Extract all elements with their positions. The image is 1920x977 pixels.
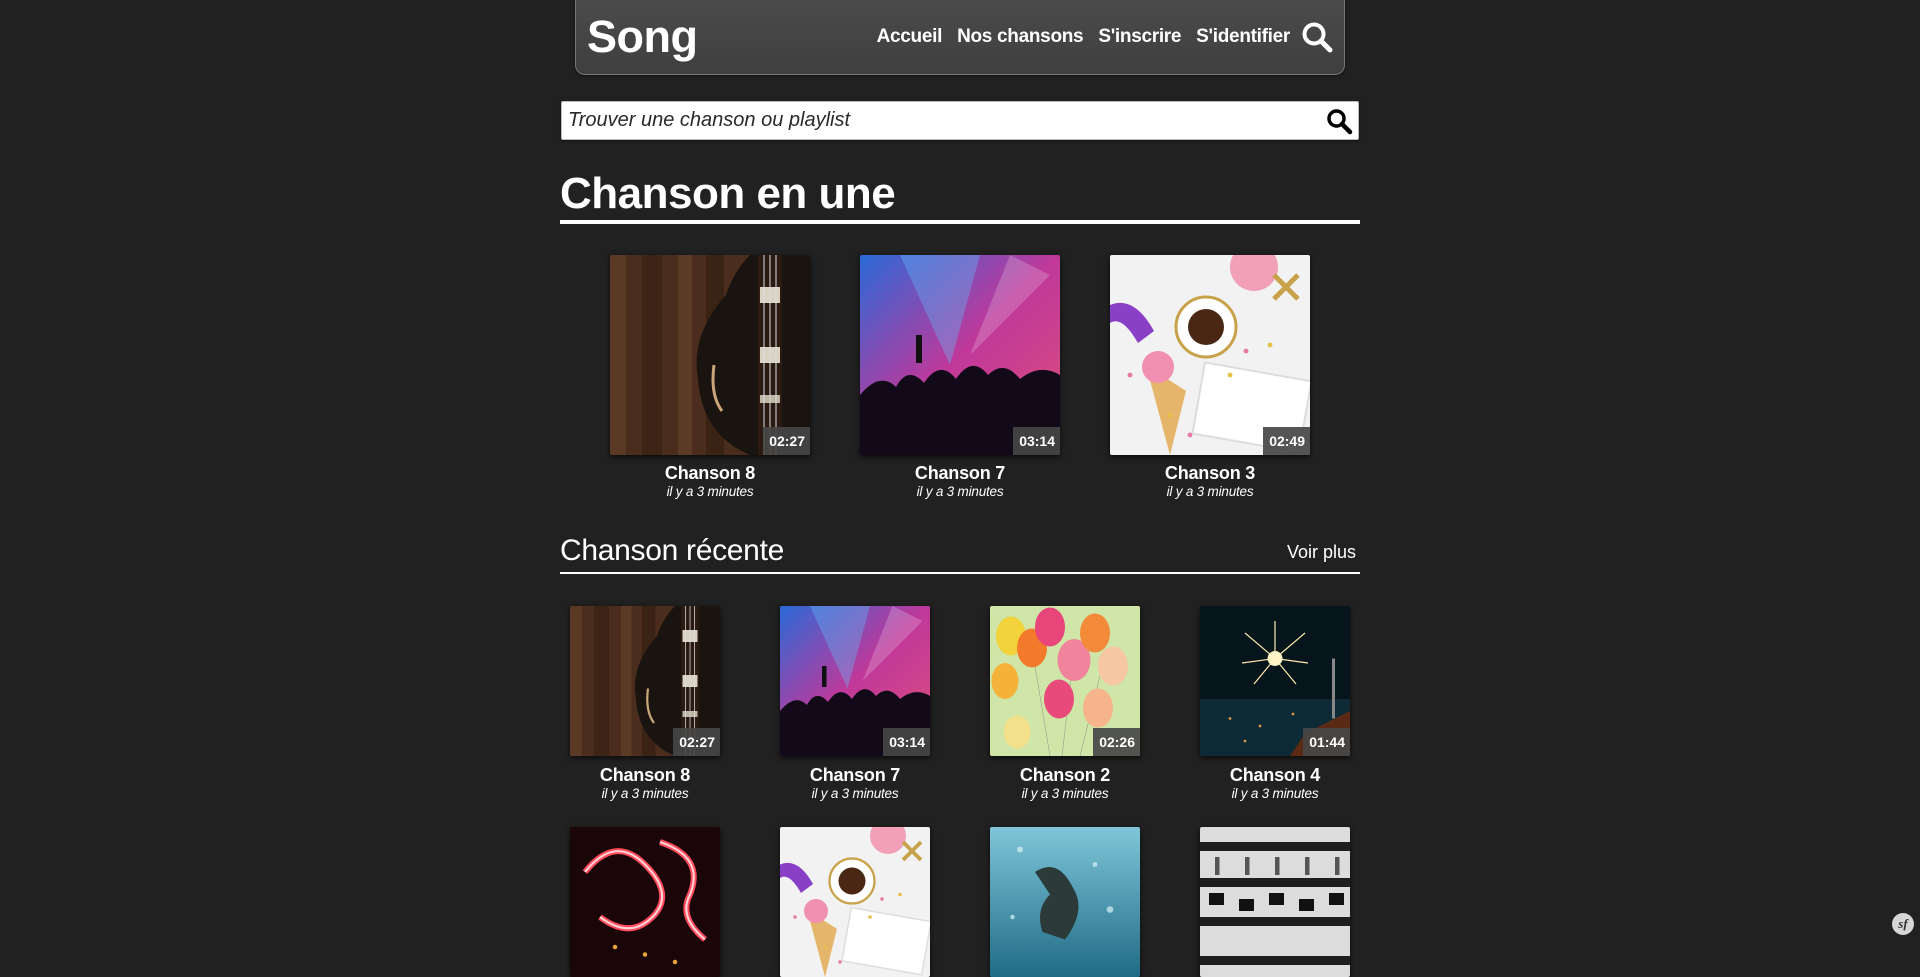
song-thumbnail[interactable]: 02:49	[1110, 255, 1310, 455]
mixer-artwork	[1200, 827, 1350, 977]
featured-song-card[interactable]: 02:27 Chanson 8 il y a 3 minutes	[610, 255, 810, 500]
recent-song-card[interactable]	[1200, 827, 1350, 977]
featured-song-card[interactable]: 03:14 Chanson 7 il y a 3 minutes	[860, 255, 1060, 500]
song-date: il y a 3 minutes	[1166, 484, 1254, 499]
song-date: il y a 3 minutes	[916, 484, 1004, 499]
featured-divider	[560, 220, 1360, 224]
search-input[interactable]	[568, 102, 1308, 139]
song-thumbnail[interactable]: 02:26	[990, 606, 1140, 756]
see-more-link[interactable]: Voir plus	[1287, 541, 1356, 563]
nav-home-link[interactable]: Accueil	[877, 25, 943, 49]
main-nav: Accueil Nos chansons S'inscrire S'identi…	[877, 25, 1291, 49]
nav-login-link[interactable]: S'identifier	[1196, 25, 1290, 49]
song-thumbnail[interactable]: 01:44	[1200, 606, 1350, 756]
song-title[interactable]: Chanson 8	[570, 765, 720, 785]
song-thumbnail[interactable]	[780, 827, 930, 977]
symfony-toolbar-icon[interactable]: sf	[1892, 913, 1914, 935]
song-title[interactable]: Chanson 7	[860, 463, 1060, 483]
song-thumbnail[interactable]: 02:27	[610, 255, 810, 455]
party-artwork	[1110, 255, 1310, 455]
recent-song-card[interactable]	[990, 827, 1140, 977]
search-submit-icon[interactable]	[1325, 107, 1353, 135]
song-thumbnail[interactable]	[990, 827, 1140, 977]
brand-logo[interactable]: Song	[587, 12, 698, 62]
top-navbar: Song Accueil Nos chansons S'inscrire S'i…	[575, 0, 1345, 75]
recent-section-title: Chanson récente	[560, 534, 784, 567]
song-title[interactable]: Chanson 3	[1110, 463, 1310, 483]
duration-badge: 03:14	[1013, 427, 1060, 455]
song-date: il y a 3 minutes	[601, 786, 689, 801]
song-thumbnail[interactable]	[570, 827, 720, 977]
song-date: il y a 3 minutes	[666, 484, 754, 499]
neon-artwork	[570, 827, 720, 977]
song-thumbnail[interactable]	[1200, 827, 1350, 977]
song-thumbnail[interactable]: 03:14	[860, 255, 1060, 455]
song-date: il y a 3 minutes	[1021, 786, 1109, 801]
song-title[interactable]: Chanson 2	[990, 765, 1140, 785]
featured-section-title: Chanson en une	[560, 169, 896, 218]
guitar-artwork	[610, 255, 810, 455]
duration-badge: 01:44	[1303, 728, 1350, 756]
underwater-artwork	[990, 827, 1140, 977]
song-title[interactable]: Chanson 8	[610, 463, 810, 483]
search-icon[interactable]	[1300, 20, 1334, 54]
duration-badge: 02:26	[1093, 728, 1140, 756]
song-thumbnail[interactable]: 02:27	[570, 606, 720, 756]
search-bar	[561, 101, 1359, 140]
duration-badge: 02:49	[1263, 427, 1310, 455]
song-thumbnail[interactable]: 03:14	[780, 606, 930, 756]
nav-songs-link[interactable]: Nos chansons	[957, 25, 1084, 49]
song-title[interactable]: Chanson 4	[1200, 765, 1350, 785]
duration-badge: 02:27	[763, 427, 810, 455]
duration-badge: 03:14	[883, 728, 930, 756]
nav-register-link[interactable]: S'inscrire	[1098, 25, 1181, 49]
recent-song-card[interactable]: 01:44 Chanson 4 il y a 3 minutes	[1200, 606, 1350, 802]
party-artwork	[780, 827, 930, 977]
recent-divider	[560, 572, 1360, 574]
recent-song-card[interactable]: 02:27 Chanson 8 il y a 3 minutes	[570, 606, 720, 802]
song-date: il y a 3 minutes	[811, 786, 899, 801]
song-date: il y a 3 minutes	[1231, 786, 1319, 801]
recent-song-card[interactable]	[780, 827, 930, 977]
song-title[interactable]: Chanson 7	[780, 765, 930, 785]
recent-song-card[interactable]: 02:26 Chanson 2 il y a 3 minutes	[990, 606, 1140, 802]
concert-artwork	[860, 255, 1060, 455]
recent-song-card[interactable]: 03:14 Chanson 7 il y a 3 minutes	[780, 606, 930, 802]
featured-song-card[interactable]: 02:49 Chanson 3 il y a 3 minutes	[1110, 255, 1310, 500]
recent-song-card[interactable]	[570, 827, 720, 977]
duration-badge: 02:27	[673, 728, 720, 756]
